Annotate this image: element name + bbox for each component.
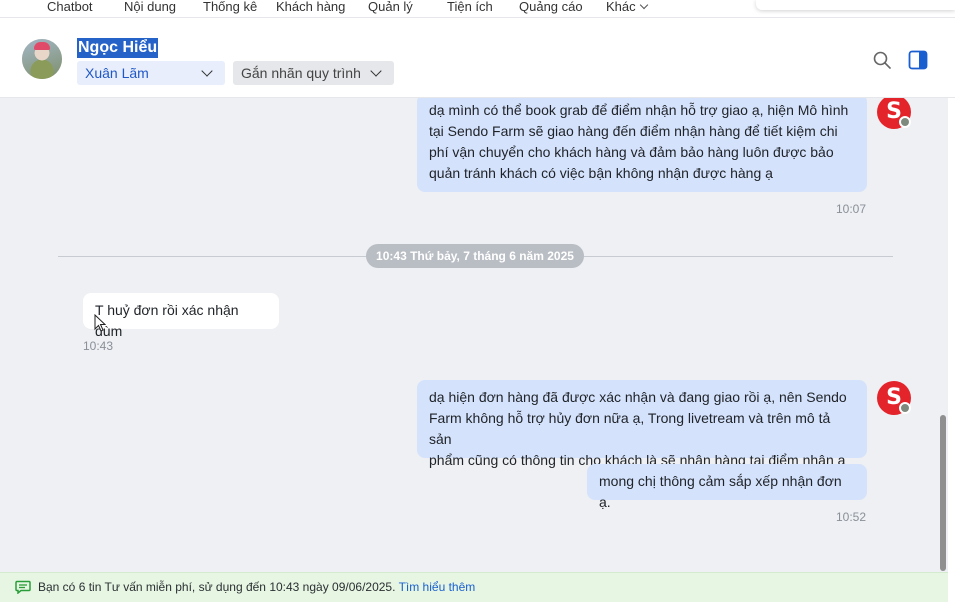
message-bubble-incoming: T huỷ đơn rồi xác nhận dùm	[83, 293, 279, 339]
search-icon[interactable]	[872, 50, 892, 70]
scrollbar-thumb[interactable]	[940, 415, 946, 571]
message-bubble-outgoing: mong chị thông cảm sắp xếp nhận đơn ạ.	[587, 464, 867, 510]
chat-messages-area[interactable]: dạ mình có thể book grab để điểm nhận hỗ…	[0, 98, 948, 572]
contact-avatar[interactable]	[22, 39, 62, 79]
nav-customers[interactable]: Khách hàng	[276, 0, 345, 14]
nav-management[interactable]: Quản lý	[368, 0, 413, 14]
message-time: 10:43	[83, 339, 114, 353]
workflow-label-dropdown[interactable]: Gắn nhãn quy trình	[233, 61, 394, 85]
chevron-down-icon	[370, 65, 382, 77]
chat-bubble-icon	[15, 580, 31, 594]
assignee-value: Xuân Lãm	[85, 65, 149, 81]
nav-more[interactable]: Khác	[606, 0, 648, 14]
contact-name[interactable]: Ngọc Hiểu	[77, 38, 159, 58]
mouse-cursor-icon	[94, 314, 106, 332]
nav-chatbot[interactable]: Chatbot	[47, 0, 93, 14]
sendo-avatar: S	[877, 381, 911, 415]
avatar-hat	[34, 42, 50, 50]
message-bubble-outgoing: dạ mình có thể book grab để điểm nhận hỗ…	[417, 98, 867, 192]
nav-statistics[interactable]: Thống kê	[203, 0, 257, 14]
learn-more-link[interactable]: Tìm hiểu thêm	[399, 580, 476, 594]
nav-more-label: Khác	[606, 0, 636, 14]
message-time: 10:52	[836, 510, 867, 524]
nav-ads[interactable]: Quảng cáo	[519, 0, 583, 14]
chevron-down-icon	[639, 0, 648, 10]
banner-text: Bạn có 6 tin Tư vấn miễn phí, sử dụng đế…	[38, 580, 396, 594]
popup-panel-edge	[756, 0, 955, 10]
workflow-label-text: Gắn nhãn quy trình	[241, 65, 361, 81]
nav-content[interactable]: Nội dung	[124, 0, 176, 14]
nav-utilities[interactable]: Tiện ích	[447, 0, 493, 14]
side-panel-toggle-icon[interactable]	[908, 50, 928, 70]
status-badge	[899, 116, 911, 128]
date-divider: 10:43 Thứ bảy, 7 tháng 6 năm 2025	[366, 244, 584, 268]
chevron-down-icon	[201, 65, 213, 77]
banner-text-wrap: Bạn có 6 tin Tư vấn miễn phí, sử dụng đế…	[38, 580, 475, 594]
avatar-photo	[39, 294, 73, 328]
sendo-avatar: S	[877, 98, 911, 129]
free-consult-banner: Bạn có 6 tin Tư vấn miễn phí, sử dụng đế…	[0, 572, 948, 602]
customer-avatar[interactable]	[39, 294, 73, 328]
message-time: 10:07	[836, 202, 867, 216]
assignee-dropdown[interactable]: Xuân Lãm	[77, 61, 225, 85]
scrollbar-track	[948, 98, 955, 572]
message-bubble-outgoing: dạ hiện đơn hàng đã được xác nhận và đan…	[417, 380, 867, 468]
status-badge	[899, 402, 911, 414]
conversation-header: Ngọc Hiểu Xuân Lãm Gắn nhãn quy trình	[0, 20, 955, 98]
